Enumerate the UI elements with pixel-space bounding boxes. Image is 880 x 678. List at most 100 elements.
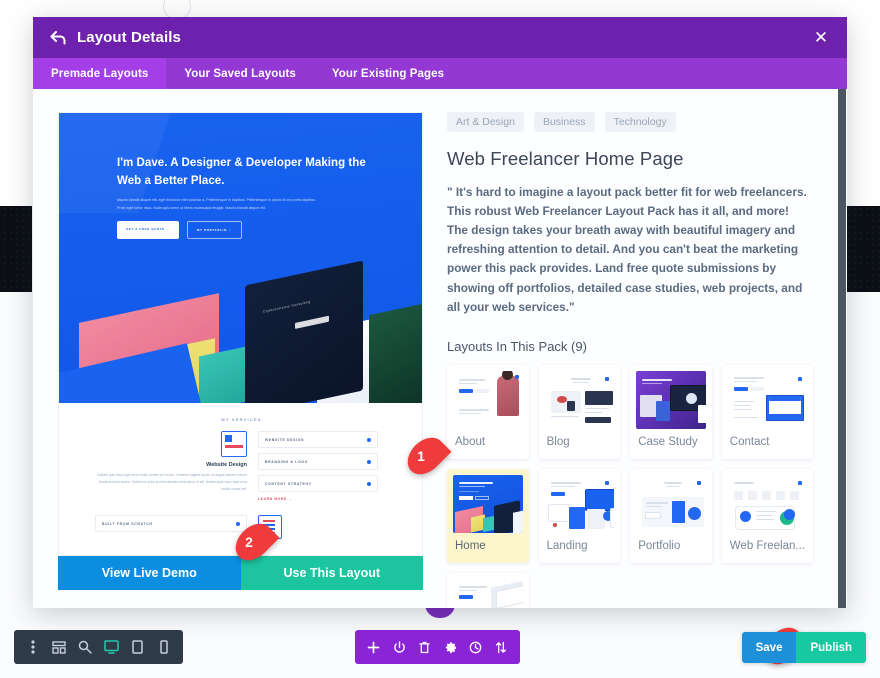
tag-art-design[interactable]: Art & Design (447, 112, 524, 132)
preview-service-title: Website Design (206, 462, 247, 468)
layout-details-modal: Layout Details ✕ Premade Layouts Your Sa… (33, 17, 847, 608)
website-design-icon (221, 431, 247, 457)
layout-card-landing[interactable]: Landing (538, 468, 621, 563)
view-mode-toolbar (14, 630, 183, 664)
preview-learn-more-link: LEARN MORE → (258, 497, 293, 501)
layout-card-portfolio[interactable]: Portfolio (630, 468, 712, 563)
layout-card-home[interactable]: Home (447, 468, 529, 563)
modal-header: Layout Details ✕ (33, 17, 847, 58)
callout-marker-number: 2 (245, 534, 253, 550)
gear-icon[interactable] (439, 636, 461, 658)
callout-marker-number: 1 (417, 448, 425, 464)
preview-service-item: CONTENT STRATEGY (258, 475, 378, 492)
close-icon[interactable]: ✕ (811, 28, 831, 48)
plus-icon[interactable] (363, 636, 385, 658)
preview-service-item: WEBSITE DESIGN (258, 431, 378, 448)
layout-card-web-freelancer[interactable]: Web Freelan... (721, 468, 813, 563)
layout-card-about[interactable]: About (447, 364, 529, 459)
screen: Layout Details ✕ Premade Layouts Your Sa… (0, 0, 880, 678)
publish-button[interactable]: Publish (796, 632, 866, 663)
wireframe-icon[interactable] (48, 636, 70, 658)
page-title: Layout Details (77, 29, 181, 46)
more-vertical-icon[interactable] (22, 636, 44, 658)
preview-service-item-label: BUILT FROM SCRATCH (102, 521, 153, 526)
layout-card-label: Portfolio (638, 539, 681, 552)
background-dark-panel-right (846, 206, 880, 292)
layout-card-label: Landing (546, 539, 588, 552)
preview-service-item-label: CONTENT STRATEGY (265, 481, 312, 486)
preview-service-item-label: WEBSITE DESIGN (265, 437, 305, 442)
layout-card-label: Contact (729, 435, 770, 448)
layout-card-contact[interactable]: Contact (721, 364, 813, 459)
preview-device-button (295, 315, 329, 329)
callout-marker-2: 2 (228, 516, 280, 568)
layout-card-label: About (455, 435, 486, 448)
preview-action-bar: View Live Demo Use This Layout (58, 556, 423, 590)
tag-business[interactable]: Business (533, 112, 595, 132)
tab-your-saved-layouts[interactable]: Your Saved Layouts (166, 58, 314, 89)
layout-preview-image: I'm Dave. A Designer & Developer Making … (58, 112, 423, 556)
layout-thumbnail (636, 474, 706, 533)
layout-title: Web Freelancer Home Page (447, 148, 684, 169)
layout-thumbnail (727, 474, 807, 533)
zoom-icon[interactable] (74, 636, 96, 658)
layout-thumbnail (453, 370, 523, 429)
preview-services-kicker: MY SERVICES (221, 417, 262, 422)
modal-tabs: Premade Layouts Your Saved Layouts Your … (33, 58, 847, 89)
preview-device-green (369, 302, 422, 403)
preview-hero-buttons: GET A FREE QUOTE → MY PORTFOLIO → (117, 221, 242, 239)
preview-service-item: BUILT FROM SCRATCH (95, 515, 247, 532)
sort-icon[interactable] (490, 636, 512, 658)
layout-card-label: Blog (546, 435, 570, 448)
bullet-dot-icon (367, 459, 371, 464)
tag-technology[interactable]: Technology (604, 112, 676, 132)
preview-services-row: Website Design Nullam quis risus eget ur… (95, 431, 378, 501)
layout-detail-column: Art & Design Business Technology Web Fre… (447, 112, 823, 608)
bullet-dot-icon (236, 521, 240, 526)
trash-icon[interactable] (414, 636, 436, 658)
preview-service-item: BRANDING & LOGO (258, 453, 378, 470)
callout-marker-1: 1 (400, 430, 452, 482)
layout-card-label: Home (455, 539, 486, 552)
preview-hero-paragraph: Mauris blandit aliquet elit, eget tincid… (117, 198, 316, 210)
layout-thumbnail (544, 474, 615, 533)
preview-device-laptop: Cryptocurrency Consulting (245, 260, 363, 403)
category-tags: Art & Design Business Technology (447, 112, 813, 132)
back-arrow-icon[interactable] (49, 29, 67, 47)
bullet-dot-icon (367, 481, 371, 486)
background-dark-panel-left (0, 206, 32, 292)
preview-device-label: Cryptocurrency Consulting (263, 299, 311, 314)
history-icon[interactable] (465, 636, 487, 658)
view-live-demo-button[interactable]: View Live Demo (58, 556, 241, 590)
preview-hero-heading: I'm Dave. A Designer & Developer Making … (117, 157, 366, 187)
preview-service-list: WEBSITE DESIGN BRANDING & LOGO CONTENT S… (258, 431, 378, 501)
layout-card-case-study[interactable]: Case Study (630, 364, 712, 459)
preview-service-item-label: BRANDING & LOGO (265, 459, 309, 464)
tab-premade-layouts[interactable]: Premade Layouts (33, 58, 167, 89)
layouts-grid: About Blog Case Study Contact Home Landi… (447, 364, 813, 608)
preview-hero-primary-button: GET A FREE QUOTE → (117, 221, 179, 239)
pack-heading: Layouts In This Pack (9) (447, 338, 587, 354)
power-icon[interactable] (388, 636, 410, 658)
layout-thumbnail (453, 578, 523, 608)
layout-thumbnail (544, 370, 615, 429)
tablet-icon[interactable] (127, 636, 149, 658)
layout-card-blog[interactable]: Blog (538, 364, 621, 459)
layout-thumbnail (636, 370, 706, 429)
save-button[interactable]: Save (741, 632, 797, 663)
publish-actions: Save Publish (741, 632, 866, 663)
layout-thumbnail (727, 370, 807, 429)
layout-card-services[interactable]: Services (447, 572, 529, 608)
tab-your-existing-pages[interactable]: Your Existing Pages (314, 58, 462, 89)
editor-actions-toolbar (355, 630, 520, 664)
use-this-layout-button[interactable]: Use This Layout (240, 556, 423, 590)
phone-icon[interactable] (153, 636, 175, 658)
desktop-icon[interactable] (101, 636, 123, 658)
preview-service-left: Website Design Nullam quis risus eget ur… (95, 431, 247, 501)
layout-thumbnail (453, 474, 523, 533)
modal-body: I'm Dave. A Designer & Developer Making … (33, 89, 847, 608)
preview-service-text: Nullam quis risus eget urna mollis ornar… (97, 473, 247, 492)
modal-scrollbar[interactable] (838, 89, 846, 608)
preview-device-teal (199, 345, 251, 403)
bullet-dot-icon (367, 437, 371, 442)
